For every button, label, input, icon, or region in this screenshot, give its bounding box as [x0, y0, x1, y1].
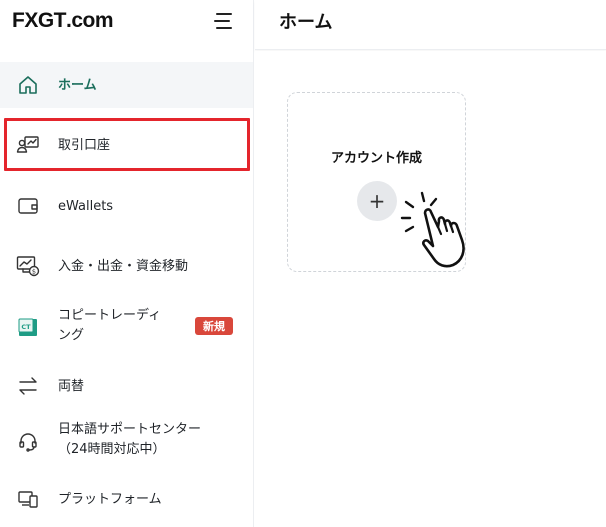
sidebar-item-exchange[interactable]: 両替 — [0, 362, 253, 410]
sidebar-item-deposit-withdraw[interactable]: $ 入金・出金・資金移動 — [0, 242, 253, 290]
logo-gt: GT — [37, 9, 67, 32]
sidebar-item-label-line2: （24時間対応中） — [58, 442, 166, 457]
top-bar: ホーム — [255, 0, 606, 50]
sidebar-item-label: 両替 — [58, 378, 85, 394]
sidebar-item-label: ホーム — [58, 77, 97, 93]
fxgt-logo[interactable]: FX GT .com — [12, 6, 114, 36]
sidebar-item-label: eWallets — [58, 198, 114, 214]
sidebar-item-platform[interactable]: プラットフォーム — [0, 476, 253, 522]
deposit-withdraw-icon: $ — [16, 254, 40, 278]
add-account-button[interactable]: + — [357, 181, 397, 221]
main-content: アカウント作成 + — [255, 51, 606, 527]
sidebar-item-label-line2: ング — [58, 328, 85, 343]
exchange-icon — [16, 374, 40, 398]
sidebar-item-ewallets[interactable]: eWallets — [0, 182, 253, 230]
sidebar-item-label-line1: コピートレーディ — [58, 308, 162, 323]
svg-text:CT: CT — [21, 323, 31, 331]
sidebar-item-home[interactable]: ホーム — [0, 62, 253, 108]
home-icon — [16, 73, 40, 97]
trading-account-icon — [16, 133, 40, 157]
create-account-title: アカウント作成 — [330, 151, 422, 166]
new-badge: 新規 — [195, 317, 233, 335]
create-account-card[interactable]: アカウント作成 + — [287, 92, 466, 272]
sidebar: FX GT .com ホーム 取引口座 eWallets $ 入金・出金・資金移… — [0, 0, 254, 527]
page-title: ホーム — [279, 12, 333, 33]
svg-text:$: $ — [32, 268, 36, 276]
sidebar-item-label-line1: 日本語サポートセンター — [58, 422, 202, 437]
sidebar-item-label: 取引口座 — [58, 137, 111, 153]
menu-toggle-icon[interactable] — [212, 10, 234, 32]
logo-fx: FX — [12, 9, 38, 32]
wallet-icon — [16, 194, 40, 218]
pointing-hand-icon — [400, 191, 465, 268]
sidebar-item-trading-account[interactable]: 取引口座 — [0, 121, 253, 169]
platform-icon — [16, 487, 40, 511]
sidebar-item-label: プラットフォーム — [58, 491, 162, 507]
headset-icon — [16, 429, 40, 453]
logo-domain: .com — [66, 9, 114, 32]
sidebar-item-support[interactable]: 日本語サポートセンター （24時間対応中） — [0, 418, 253, 464]
sidebar-item-label: 入金・出金・資金移動 — [58, 258, 189, 274]
copy-trading-icon: CT — [16, 315, 40, 339]
